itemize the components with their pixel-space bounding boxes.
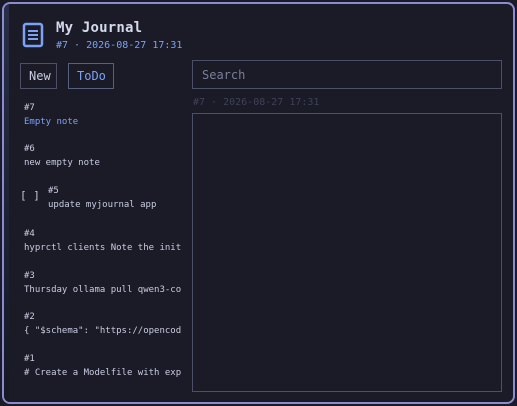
header-titles: My Journal #7 · 2026-08-27 17:31	[56, 20, 182, 53]
note-id: #7	[24, 103, 35, 113]
note-item[interactable]: #2 { "$schema": "https://opencod	[24, 311, 184, 337]
app-title: My Journal	[56, 20, 143, 36]
search-input[interactable]	[192, 60, 502, 89]
note-preview: Empty note	[24, 117, 79, 127]
note-preview: hyprctl clients Note the init	[24, 243, 182, 253]
note-preview: # Create a Modelfile with exp	[24, 368, 182, 378]
note-item[interactable]: #7 Empty note	[24, 102, 184, 128]
app-header: My Journal #7 · 2026-08-27 17:31	[22, 20, 182, 54]
current-note-meta: #7 · 2026-08-27 17:31	[56, 40, 183, 51]
window-edge-shadow	[4, 4, 9, 402]
todo-checkbox[interactable]: [ ]	[20, 190, 40, 202]
note-id: #2	[24, 312, 35, 322]
note-id: #1	[24, 354, 35, 364]
note-preview: update myjournal app	[48, 200, 157, 210]
note-preview: Thursday ollama pull qwen3-co	[24, 285, 182, 295]
note-item[interactable]: #1 # Create a Modelfile with exp	[24, 353, 184, 379]
todo-button[interactable]: ToDo	[68, 63, 114, 89]
note-id: #3	[24, 271, 35, 281]
journal-window: My Journal #7 · 2026-08-27 17:31 New ToD…	[2, 2, 515, 404]
todo-note-item[interactable]: [ ] #5 update myjournal app	[20, 185, 184, 211]
journal-icon	[22, 22, 44, 48]
note-preview: new empty note	[24, 158, 100, 168]
note-id: #6	[24, 144, 35, 154]
note-editor[interactable]	[192, 113, 502, 392]
note-item[interactable]: #4 hyprctl clients Note the init	[24, 228, 184, 254]
editor-meta: #7 · 2026-08-27 17:31	[193, 97, 320, 108]
note-id: #5	[48, 186, 59, 196]
note-preview: { "$schema": "https://opencod	[24, 326, 182, 336]
new-note-button[interactable]: New	[20, 63, 57, 89]
note-item[interactable]: #3 Thursday ollama pull qwen3-co	[24, 270, 184, 296]
note-id: #4	[24, 229, 35, 239]
note-item[interactable]: #6 new empty note	[24, 143, 184, 169]
